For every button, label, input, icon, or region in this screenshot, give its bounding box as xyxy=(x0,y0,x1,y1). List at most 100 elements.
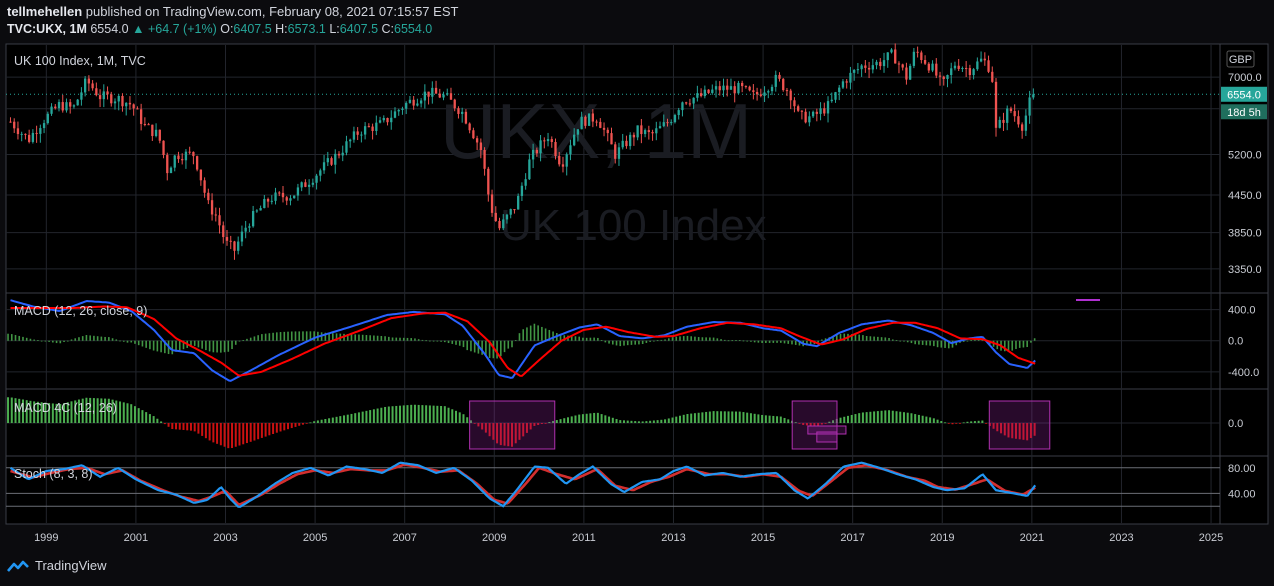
candle-body xyxy=(1024,115,1028,131)
macd4c-bar xyxy=(652,420,655,423)
macd-histogram-bar xyxy=(193,340,196,346)
macd-histogram-bar xyxy=(660,339,663,341)
macd-histogram-bar xyxy=(33,339,35,341)
macd-histogram-bar xyxy=(645,340,648,343)
candle-body xyxy=(625,140,628,147)
macd4c-bar xyxy=(622,420,625,423)
macd4c-bar xyxy=(361,411,364,423)
macd-histogram-bar xyxy=(264,333,267,341)
candle-body xyxy=(457,108,460,114)
macd-histogram-bar xyxy=(205,340,207,351)
candle-body xyxy=(964,67,968,69)
macd-histogram-bar xyxy=(440,340,442,342)
macd4c-bar xyxy=(723,411,726,423)
macd4c-bar xyxy=(727,411,730,423)
time-tick-label: 2011 xyxy=(572,532,596,544)
candle-body xyxy=(699,93,703,97)
candle-body xyxy=(307,184,311,187)
macd4c-bar xyxy=(268,423,271,436)
macd4c-bar xyxy=(656,420,659,423)
stoch-tick-label: 40.00 xyxy=(1228,488,1256,500)
macd-histogram-bar xyxy=(74,338,77,341)
macd-histogram-bar xyxy=(918,340,920,345)
candle-body xyxy=(994,81,998,128)
macd-tick-label: -400.0 xyxy=(1228,367,1259,379)
candle-body xyxy=(240,231,244,242)
time-tick-label: 2019 xyxy=(930,532,954,544)
candle-body xyxy=(755,91,759,95)
macd-histogram-bar xyxy=(761,340,763,343)
tradingview-logo[interactable]: TradingView xyxy=(6,558,107,573)
macd-histogram-bar xyxy=(358,334,360,341)
macd-histogram-bar xyxy=(649,340,651,342)
macd-histogram-bar xyxy=(29,338,32,341)
candle-body xyxy=(479,142,483,150)
candle-body xyxy=(905,67,908,80)
macd-histogram-bar xyxy=(899,340,902,342)
macd4c-bar xyxy=(846,415,849,423)
candle-body xyxy=(125,102,128,107)
candle-body xyxy=(143,123,147,125)
candle-body xyxy=(475,138,479,143)
macd-histogram-bar xyxy=(66,340,69,342)
macd4c-bar xyxy=(559,419,562,423)
candle-body xyxy=(673,115,677,123)
macd-histogram-bar xyxy=(582,337,584,341)
macd4c-bar xyxy=(589,413,592,423)
macd-histogram-bar xyxy=(242,340,245,341)
candle-body xyxy=(793,100,796,107)
macd-histogram-bar xyxy=(156,340,159,352)
macd4c-bar xyxy=(223,423,226,447)
candle-body xyxy=(80,92,83,100)
macd-histogram-bar xyxy=(78,337,80,341)
macd-histogram-bar xyxy=(462,340,465,348)
candle-body xyxy=(218,215,221,226)
macd-histogram-bar xyxy=(283,331,286,341)
time-tick-label: 2025 xyxy=(1199,532,1223,544)
macd-histogram-bar xyxy=(85,335,88,341)
macd-histogram-bar xyxy=(608,340,610,344)
candle-body xyxy=(860,65,863,70)
macd4c-bar xyxy=(619,420,622,423)
macd4c-bar xyxy=(869,411,872,423)
macd4c-title: MACD 4C (12, 26) xyxy=(14,401,117,415)
macd-histogram-bar xyxy=(522,329,525,341)
candle-body xyxy=(360,134,363,136)
macd-histogram-bar xyxy=(537,325,539,341)
candle-body xyxy=(139,109,143,124)
time-axis[interactable]: 1999 2001 2003 2005 2007 2009 2011 2013 2015 2017… xyxy=(34,532,1223,544)
candle-body xyxy=(853,70,856,73)
macd-histogram-bar xyxy=(589,337,592,341)
chart-canvas[interactable]: UKX, 1M UK 100 Index 7000.06200.05200.04… xyxy=(0,0,1274,586)
price-tick-label: 4450.0 xyxy=(1228,190,1262,202)
macd4c-bar xyxy=(712,411,715,423)
macd4c-bar xyxy=(417,404,420,423)
macd4c-bar xyxy=(443,406,446,423)
macd-histogram-bar xyxy=(1018,340,1021,348)
main-chart-title: UK 100 Index, 1M, TVC xyxy=(14,54,146,68)
macd4c-bar xyxy=(947,423,950,424)
macd-histogram-bar xyxy=(37,340,39,341)
macd-histogram-bar xyxy=(104,336,106,341)
macd-histogram-bar xyxy=(552,331,554,341)
macd4c-bar xyxy=(705,411,708,423)
macd-histogram-bar xyxy=(903,340,905,342)
macd-histogram-bar xyxy=(682,336,685,341)
macd-histogram-bar xyxy=(585,337,588,341)
time-tick-label: 2007 xyxy=(392,532,416,544)
macd4c-bar xyxy=(873,411,876,423)
macd-histogram-bar xyxy=(410,338,413,341)
candle-body xyxy=(87,78,91,84)
macd-histogram-bar xyxy=(619,340,622,347)
macd4c-bar xyxy=(615,419,618,423)
macd4c-bar xyxy=(917,414,920,423)
macd4c-bar xyxy=(772,415,775,423)
macd4c-bar xyxy=(958,423,961,424)
candle-body xyxy=(778,74,781,79)
candle-body xyxy=(987,60,990,72)
candle-body xyxy=(390,117,393,123)
macd-histogram-bar xyxy=(933,340,935,347)
candle-body xyxy=(371,126,374,131)
macd-histogram-bar xyxy=(145,340,147,348)
candle-body xyxy=(184,151,188,161)
